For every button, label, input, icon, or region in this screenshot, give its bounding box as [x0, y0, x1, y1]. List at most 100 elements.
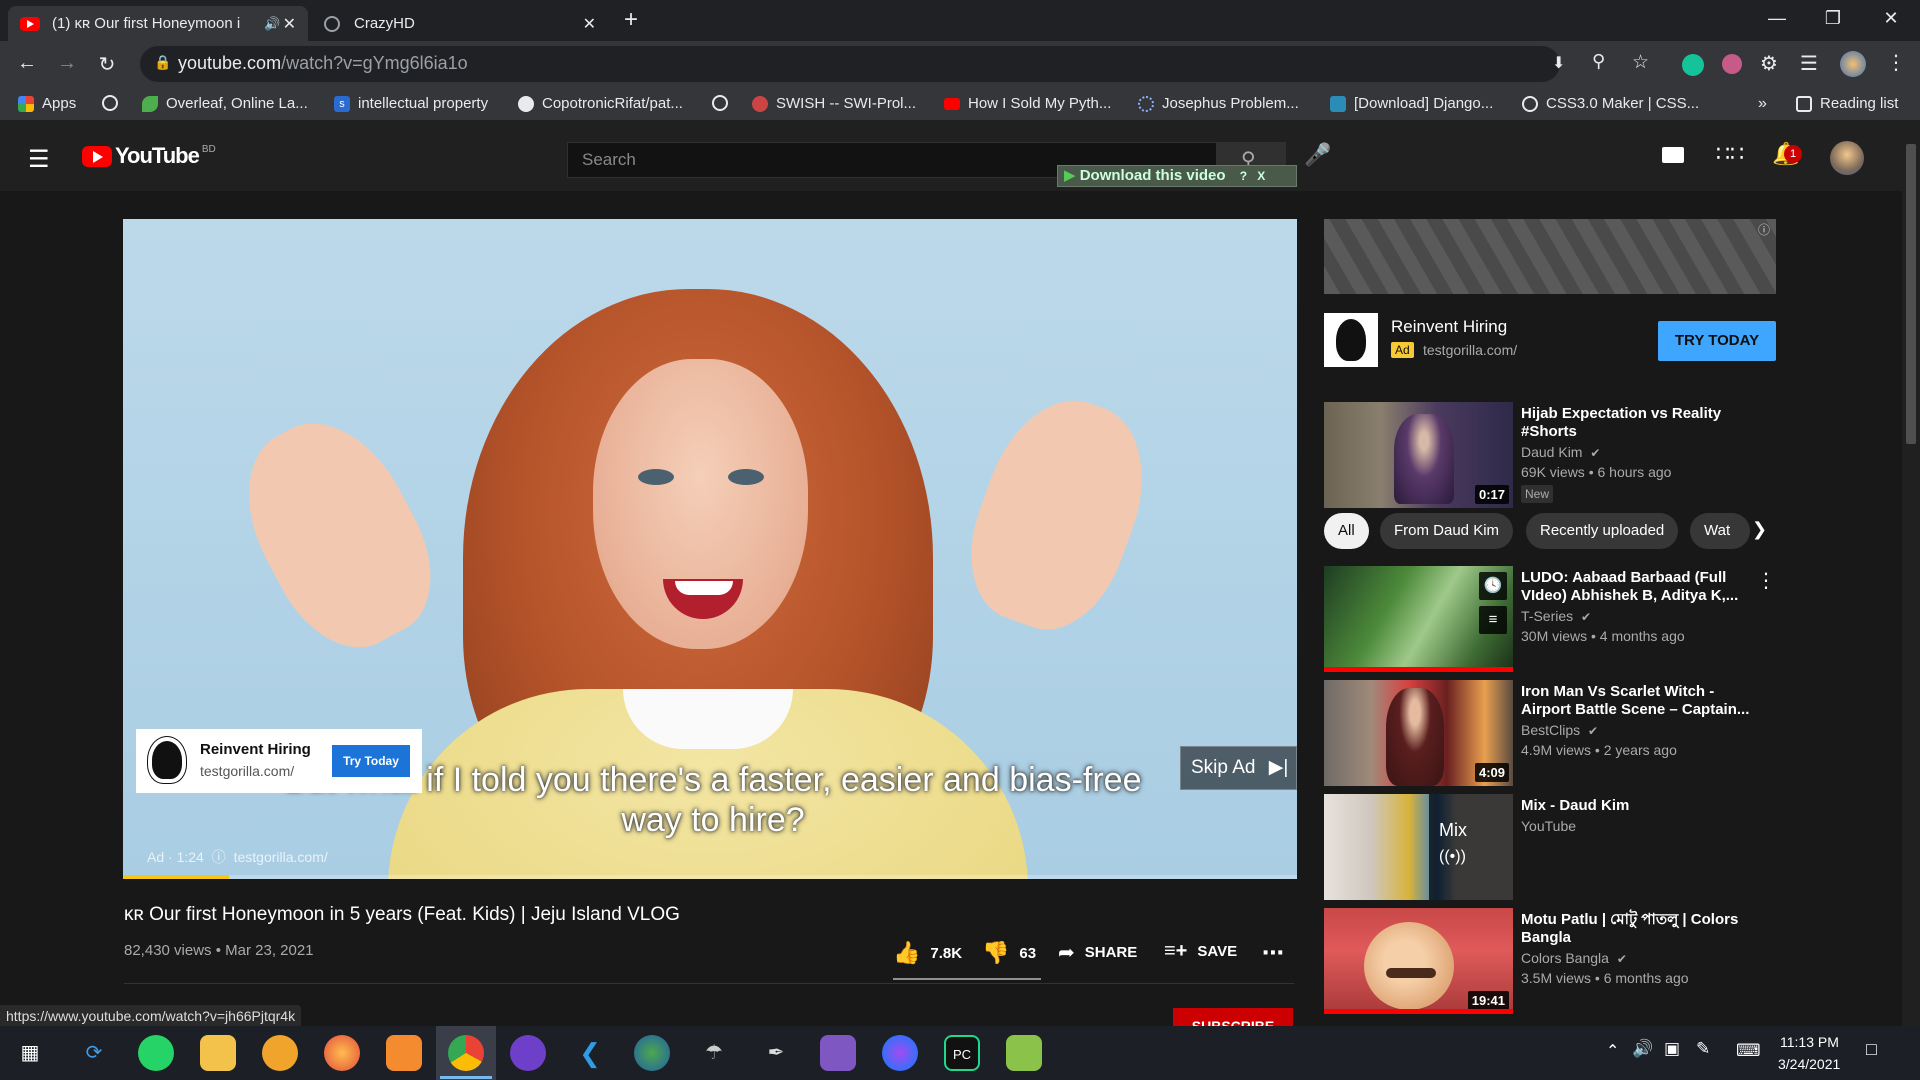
channel-name[interactable]: BestClips ✔: [1521, 722, 1598, 738]
profile-avatar[interactable]: [1840, 51, 1866, 77]
skip-ad-button[interactable]: Skip Ad ▶|: [1180, 746, 1297, 790]
chrome-icon[interactable]: [448, 1035, 484, 1071]
video-title[interactable]: LUDO: Aabaad Barbaad (Full VIdeo) Abhish…: [1521, 569, 1761, 605]
puzzle-icon[interactable]: ⚙: [1760, 51, 1778, 76]
tab-crazyhd[interactable]: CrazyHD ✕: [312, 6, 608, 41]
channel-name[interactable]: Colors Bangla ✔: [1521, 950, 1627, 966]
video-player[interactable]: But what if I told you there's a faster,…: [123, 219, 1297, 879]
bookmark-intellectual-property[interactable]: s intellectual property: [334, 95, 488, 112]
more-actions-icon[interactable]: ⋯: [1262, 940, 1284, 966]
account-avatar[interactable]: [1830, 141, 1864, 175]
volume-icon[interactable]: 🔊: [1632, 1039, 1653, 1059]
info-icon[interactable]: ⓘ: [212, 849, 226, 865]
download-close-icon[interactable]: X: [1257, 169, 1265, 183]
maps-globe-icon[interactable]: [634, 1035, 670, 1071]
try-today-button[interactable]: TRY TODAY: [1658, 321, 1776, 361]
start-windows-icon[interactable]: ▦: [12, 1035, 48, 1071]
bookmark-css3-maker[interactable]: CSS3.0 Maker | CSS...: [1522, 95, 1699, 112]
bookmark-overleaf[interactable]: Overleaf, Online La...: [142, 95, 308, 112]
chip-recently-uploaded[interactable]: Recently uploaded: [1526, 513, 1679, 549]
bookmark-youtube[interactable]: How I Sold My Pyth...: [944, 95, 1111, 112]
sublime-icon[interactable]: [386, 1035, 422, 1071]
page-scrollbar[interactable]: [1902, 130, 1920, 1026]
chip-from-daud-kim[interactable]: From Daud Kim: [1380, 513, 1514, 549]
share-button[interactable]: ➦ SHARE: [1058, 940, 1137, 965]
clock-time[interactable]: 11:13 PM: [1780, 1034, 1839, 1050]
channel-name[interactable]: Daud Kim ✔: [1521, 444, 1600, 460]
chips-next-icon[interactable]: ❯: [1752, 519, 1767, 540]
youtube-logo[interactable]: YouTube BD: [82, 143, 216, 169]
recommendation-item[interactable]: 0:17 Hijab Expectation vs Reality #Short…: [1324, 402, 1784, 510]
extension-icon[interactable]: [1722, 54, 1742, 74]
reload-icon[interactable]: ↻: [92, 52, 122, 77]
channel-name[interactable]: YouTube: [1521, 818, 1576, 834]
address-bar[interactable]: 🔒 youtube.com/watch?v=gYmg6l6ia1o ⬇ ⚲ ☆: [140, 46, 1649, 82]
sidebar-ad-banner[interactable]: ⓘ: [1324, 219, 1776, 294]
minimize-icon[interactable]: —: [1752, 8, 1802, 29]
scrollbar-thumb[interactable]: [1906, 144, 1916, 444]
like-button[interactable]: 👍 7.8K: [893, 940, 962, 966]
close-tab-icon[interactable]: ✕: [583, 14, 596, 34]
chip-all[interactable]: All: [1324, 513, 1369, 549]
bookmark-apps[interactable]: Apps: [18, 95, 76, 112]
inkscape-icon[interactable]: ✒: [758, 1035, 794, 1071]
recommendation-item[interactable]: 🕓 ≡ LUDO: Aabaad Barbaad (Full VIdeo) Ab…: [1324, 566, 1784, 674]
channel-name[interactable]: T-Series ✔: [1521, 608, 1591, 624]
ad-progress-track[interactable]: [123, 875, 1297, 879]
tab-youtube[interactable]: (1) κʀ Our first Honeymoon i 🔊 ✕: [8, 6, 308, 41]
hamburger-menu-icon[interactable]: ☰: [28, 145, 50, 174]
recommendation-item[interactable]: 19:41 Motu Patlu | মোটু পাতলু | Colors B…: [1324, 908, 1784, 1016]
bookmark-josephus[interactable]: Josephus Problem...: [1138, 95, 1299, 112]
video-title[interactable]: Motu Patlu | মোটু পাতলু | Colors Bangla: [1521, 911, 1761, 947]
new-tab-button[interactable]: +: [624, 6, 638, 34]
recommendation-item[interactable]: Mix ((•)) Mix - Daud Kim YouTube: [1324, 794, 1784, 902]
apps-icon[interactable]: ∷∷: [1716, 141, 1744, 167]
download-video-bar[interactable]: ▶ Download this video ? X: [1057, 165, 1297, 187]
clock-date[interactable]: 3/24/2021: [1778, 1056, 1840, 1072]
close-tab-icon[interactable]: ✕: [283, 14, 296, 34]
network-icon[interactable]: ▣: [1664, 1039, 1680, 1059]
vpn-shield-icon[interactable]: [262, 1035, 298, 1071]
sidebar-ad[interactable]: Reinvent Hiring Ad testgorilla.com/ TRY …: [1324, 313, 1776, 367]
download-help-icon[interactable]: ?: [1240, 169, 1247, 183]
save-button[interactable]: ≡+ SAVE: [1164, 940, 1237, 963]
pen-icon[interactable]: ✎: [1696, 1039, 1710, 1059]
restore-icon[interactable]: ❐: [1808, 8, 1858, 29]
reading-list-button[interactable]: Reading list: [1796, 95, 1898, 112]
ad-card-button[interactable]: Try Today: [332, 745, 410, 777]
notification-center-icon[interactable]: □: [1866, 1039, 1877, 1060]
forward-icon[interactable]: →: [52, 52, 82, 75]
dislike-button[interactable]: 👎 63: [982, 940, 1036, 966]
player-ad-card[interactable]: Reinvent Hiring testgorilla.com/ Try Tod…: [136, 729, 422, 793]
firefox-icon[interactable]: [324, 1035, 360, 1071]
notepad-icon[interactable]: [1006, 1035, 1042, 1071]
video-title[interactable]: Mix - Daud Kim: [1521, 797, 1761, 815]
whatsapp-icon[interactable]: [138, 1035, 174, 1071]
watch-later-icon[interactable]: 🕓: [1479, 572, 1507, 600]
create-video-icon[interactable]: [1662, 147, 1684, 163]
video-thumbnail[interactable]: 0:17: [1324, 402, 1513, 508]
grammarly-icon[interactable]: [1682, 54, 1704, 76]
video-title[interactable]: Hijab Expectation vs Reality #Shorts: [1521, 405, 1761, 441]
bookmarks-overflow[interactable]: »: [1758, 95, 1767, 113]
microphone-icon[interactable]: 🎤: [1304, 142, 1331, 168]
close-window-icon[interactable]: ✕: [1866, 8, 1916, 29]
bookmark-github[interactable]: CopotronicRifat/pat...: [518, 95, 683, 112]
video-thumbnail[interactable]: Mix ((•)): [1324, 794, 1513, 900]
chip-watched[interactable]: Wat: [1690, 513, 1750, 549]
add-to-queue-icon[interactable]: ≡: [1479, 606, 1507, 634]
video-title[interactable]: Iron Man Vs Scarlet Witch - Airport Batt…: [1521, 683, 1761, 719]
messenger-icon[interactable]: [882, 1035, 918, 1071]
tab-audio-icon[interactable]: 🔊: [264, 16, 280, 32]
bookmark-globe[interactable]: [102, 95, 126, 111]
bookmark-globe-2[interactable]: [712, 95, 736, 111]
bookmark-django[interactable]: [Download] Django...: [1330, 95, 1493, 112]
parachute-icon[interactable]: ☂: [696, 1035, 732, 1071]
pycharm-icon[interactable]: PC: [944, 1035, 980, 1071]
bookmark-star-icon[interactable]: ☆: [1632, 51, 1649, 74]
menu-kebab-icon[interactable]: ⋮: [1886, 50, 1906, 75]
github-desktop-icon[interactable]: [510, 1035, 546, 1071]
media-icon[interactable]: ☰: [1800, 51, 1818, 76]
more-options-icon[interactable]: ⋮: [1756, 568, 1776, 593]
install-icon[interactable]: ⬇: [1552, 53, 1565, 73]
